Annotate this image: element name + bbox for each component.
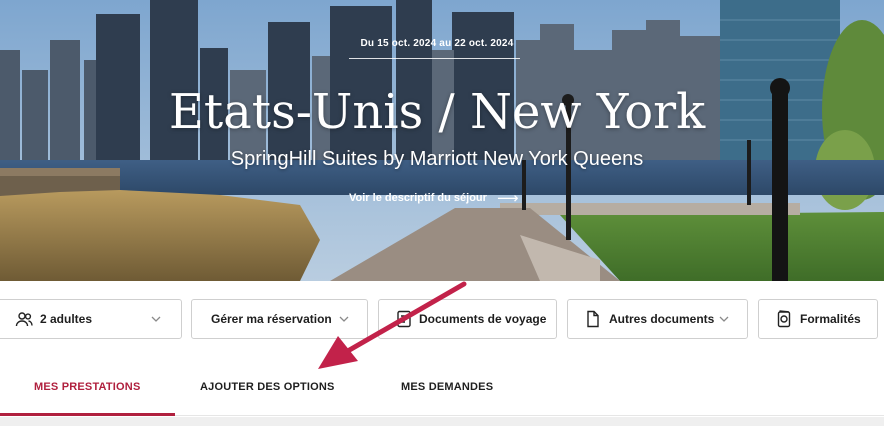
tab-mes-demandes[interactable]: MES DEMANDES: [401, 381, 493, 393]
travelers-dropdown[interactable]: 2 adultes: [0, 299, 182, 339]
chevron-down-icon: [339, 314, 349, 325]
formalities-label: Formalités: [800, 312, 861, 326]
booking-toolbar: 2 adultes Gérer ma réservation Documents…: [0, 299, 884, 341]
arrow-right-icon: ⟶: [496, 190, 519, 207]
passport-icon: [775, 310, 793, 328]
active-tab-indicator: [0, 413, 175, 416]
tab-mes-prestations[interactable]: MES PRESTATIONS: [34, 381, 141, 393]
other-documents-label: Autres documents: [609, 312, 715, 326]
document-icon: [395, 310, 413, 328]
users-icon: [15, 310, 33, 328]
chevron-down-icon: [151, 314, 161, 325]
destination-title: Etats-Unis / New York: [168, 84, 706, 140]
content-area-top: [0, 417, 884, 426]
file-icon: [584, 310, 602, 328]
manage-booking-dropdown[interactable]: Gérer ma réservation: [191, 299, 368, 339]
tabs-divider: [175, 415, 884, 416]
hotel-name: SpringHill Suites by Marriott New York Q…: [230, 148, 644, 170]
hero-banner: Du 15 oct. 2024 au 22 oct. 2024 Etats-Un…: [0, 0, 884, 281]
travel-documents-button[interactable]: Documents de voyage: [378, 299, 557, 339]
travel-documents-label: Documents de voyage: [419, 312, 547, 326]
manage-booking-label: Gérer ma réservation: [211, 312, 332, 326]
tab-ajouter-des-options[interactable]: AJOUTER DES OPTIONS: [200, 381, 335, 393]
formalities-button[interactable]: Formalités: [758, 299, 878, 339]
stay-description-label: Voir le descriptif du séjour: [349, 192, 487, 204]
stay-dates: Du 15 oct. 2024 au 22 oct. 2024: [360, 38, 514, 49]
other-documents-dropdown[interactable]: Autres documents: [567, 299, 748, 339]
stay-description-link[interactable]: Voir le descriptif du séjour ⟶: [349, 189, 518, 207]
booking-tabs: MES PRESTATIONS AJOUTER DES OPTIONS MES …: [0, 365, 884, 417]
chevron-down-icon: [719, 314, 729, 325]
travelers-label: 2 adultes: [40, 312, 93, 326]
dates-underline: [349, 58, 520, 59]
